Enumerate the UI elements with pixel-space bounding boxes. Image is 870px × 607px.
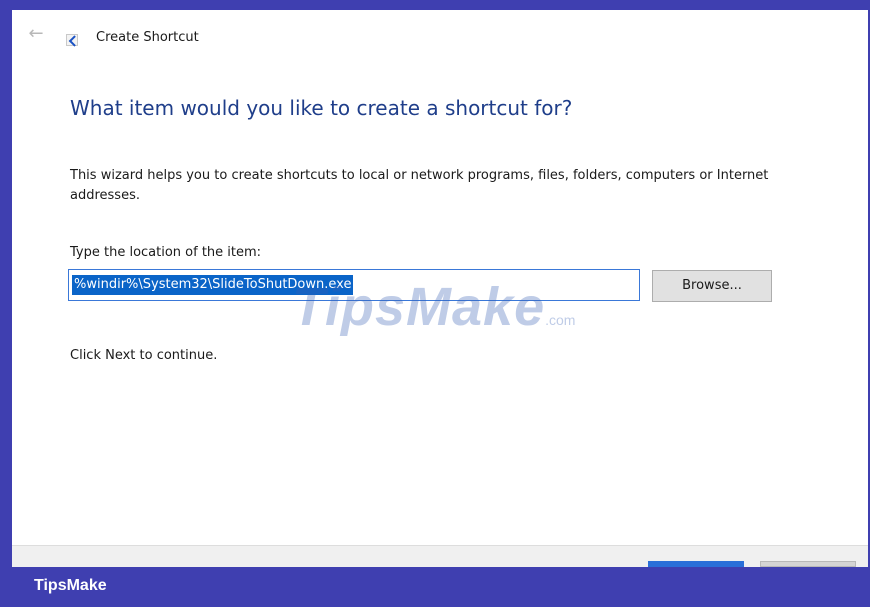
location-input[interactable]: %windir%\System32\SlideToShutDown.exe xyxy=(68,269,640,301)
watermark-suffix: .com xyxy=(545,312,576,328)
wizard-heading: What item would you like to create a sho… xyxy=(70,96,573,120)
brand-banner: TipsMake xyxy=(0,567,870,607)
wizard-description: This wizard helps you to create shortcut… xyxy=(70,168,769,203)
back-arrow-icon[interactable]: ← xyxy=(26,24,46,44)
browse-button[interactable]: Browse... xyxy=(652,270,772,302)
shortcut-icon xyxy=(66,34,78,46)
location-label: Type the location of the item: xyxy=(70,245,262,260)
banner-text: TipsMake xyxy=(34,577,107,594)
create-shortcut-window: ← Create Shortcut What item would you li… xyxy=(12,10,868,567)
location-input-value: %windir%\System32\SlideToShutDown.exe xyxy=(72,275,354,295)
continue-text: Click Next to continue. xyxy=(70,348,218,363)
title-bar: ← Create Shortcut xyxy=(12,10,868,62)
window-title: Create Shortcut xyxy=(96,30,199,45)
